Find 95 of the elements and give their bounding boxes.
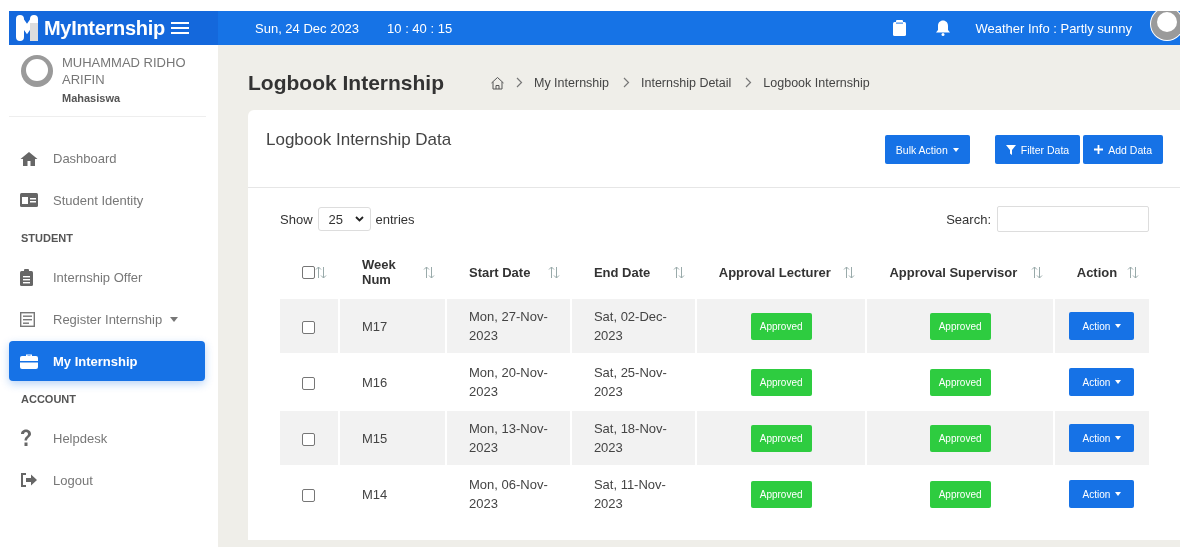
row-checkbox[interactable] xyxy=(302,488,315,502)
sort-icon[interactable] xyxy=(547,265,560,279)
clock-text: 10 : 40 : 15 xyxy=(387,20,453,36)
date-text: Sun, 24 Dec 2023 xyxy=(255,20,360,36)
table-cell: M17 xyxy=(362,318,388,334)
table-cell-text: Mon, 06-Nov-2023 xyxy=(469,476,549,513)
sort-icon[interactable] xyxy=(1127,265,1139,279)
user-name: MUHAMMAD RIDHO ARIFIN xyxy=(62,54,187,88)
caret-icon xyxy=(1115,324,1122,328)
table-cell-text: Mon, 13-Nov-2023 xyxy=(469,420,549,457)
brand-name: MyInternship xyxy=(44,16,165,40)
status-badge: Approved xyxy=(750,368,812,396)
clipboard-icon xyxy=(20,268,33,286)
add-button[interactable]: Add Data xyxy=(1083,135,1163,164)
column-header[interactable]: Approval Supervisor xyxy=(889,264,1018,280)
sort-icon[interactable] xyxy=(843,265,856,279)
caret-icon xyxy=(1115,380,1122,384)
table-cell-text: Mon, 27-Nov-2023 xyxy=(469,308,549,345)
caret-icon xyxy=(170,316,179,322)
table-cell-text: Sat, 02-Dec-2023 xyxy=(593,308,668,345)
section-heading: STUDENT xyxy=(20,231,74,246)
column-header[interactable]: End Date xyxy=(593,264,651,280)
breadcrumb-link[interactable]: My Internship xyxy=(534,75,609,90)
column-header[interactable]: Approval Lecturer xyxy=(718,264,831,280)
page-size-select[interactable]: 25 xyxy=(317,207,371,231)
status-badge: Approved xyxy=(750,480,812,508)
sidebar-item[interactable]: Helpdesk xyxy=(9,418,205,458)
status-badge: Approved xyxy=(929,312,991,340)
row-checkbox[interactable] xyxy=(302,265,315,279)
caret-icon xyxy=(1115,492,1122,496)
status-badge: Approved xyxy=(750,424,812,452)
row-checkbox[interactable] xyxy=(302,432,315,446)
row-checkbox[interactable] xyxy=(302,320,315,334)
action-button[interactable]: Action xyxy=(1069,368,1135,396)
filter-button[interactable]: Filter Data xyxy=(994,135,1081,164)
bell-icon[interactable] xyxy=(936,20,951,36)
table-cell-text: Sat, 18-Nov-2023 xyxy=(593,420,668,457)
breadcrumb-link[interactable]: Logbook Internship xyxy=(763,75,870,90)
sort-icon[interactable] xyxy=(423,265,435,279)
action-button[interactable]: Action xyxy=(1069,480,1135,508)
status-badge: Approved xyxy=(929,368,991,396)
row-checkbox[interactable] xyxy=(302,376,315,390)
sidebar-item[interactable]: Dashboard xyxy=(9,138,205,178)
table-cell: M14 xyxy=(362,486,388,502)
sort-icon[interactable] xyxy=(672,265,685,279)
chevron-icon xyxy=(623,77,630,88)
breadcrumb-link[interactable]: Internship Detail xyxy=(641,75,732,90)
show-label: Show xyxy=(280,211,313,227)
form-icon xyxy=(20,311,35,327)
search-label: Search: xyxy=(946,211,991,227)
column-header[interactable]: Start Date xyxy=(469,264,531,280)
sidebar-item[interactable]: Internship Offer xyxy=(9,257,205,297)
id-card-icon xyxy=(20,193,38,207)
home-icon[interactable] xyxy=(490,75,505,90)
card-title: Logbook Internship Data xyxy=(266,130,453,150)
table-cell-text: Mon, 20-Nov-2023 xyxy=(469,364,549,401)
table-cell: M16 xyxy=(362,374,388,390)
clipboard-icon[interactable] xyxy=(893,20,907,36)
logout-icon xyxy=(20,473,37,487)
sidebar-item[interactable]: My Internship xyxy=(9,341,205,381)
logo-icon xyxy=(16,15,38,41)
sort-icon[interactable] xyxy=(1030,265,1043,279)
plus-icon xyxy=(1094,145,1104,154)
briefcase-icon xyxy=(20,353,38,369)
action-button[interactable]: Action xyxy=(1069,312,1135,340)
avatar-icon[interactable] xyxy=(1150,11,1180,41)
status-badge: Approved xyxy=(750,312,812,340)
bulk-action-button[interactable]: Bulk Action xyxy=(884,135,970,164)
sort-icon[interactable] xyxy=(315,265,327,279)
page-title: Logbook Internship xyxy=(248,70,444,95)
section-heading: ACCOUNT xyxy=(20,392,77,407)
sidebar-item[interactable]: Logout xyxy=(9,460,205,500)
table-cell: M15 xyxy=(362,430,388,446)
column-header[interactable]: Week Num xyxy=(362,257,417,287)
search-field[interactable] xyxy=(997,206,1149,232)
chevron-icon xyxy=(745,77,753,88)
weather-info: Weather Info : Partly sunny xyxy=(975,20,1132,36)
status-badge: Approved xyxy=(929,480,991,508)
user-role: Mahasiswa xyxy=(62,92,122,104)
chevron-icon xyxy=(516,77,523,88)
table-cell-text: Sat, 25-Nov-2023 xyxy=(593,364,668,401)
caret-icon xyxy=(952,147,959,152)
chevron-icon xyxy=(354,216,364,222)
entries-label: entries xyxy=(375,211,415,227)
sidebar-item[interactable]: Register Internship xyxy=(9,299,205,339)
home-icon xyxy=(20,150,38,166)
menu-icon[interactable] xyxy=(170,21,189,35)
status-badge: Approved xyxy=(929,424,991,452)
filter-icon xyxy=(1005,144,1016,155)
table-cell-text: Sat, 11-Nov-2023 xyxy=(593,476,667,513)
action-button[interactable]: Action xyxy=(1069,424,1135,452)
caret-icon xyxy=(1115,436,1122,440)
sidebar-item[interactable]: Student Identity xyxy=(9,180,205,220)
question-icon xyxy=(20,429,32,447)
column-header[interactable]: Action xyxy=(1076,264,1118,280)
